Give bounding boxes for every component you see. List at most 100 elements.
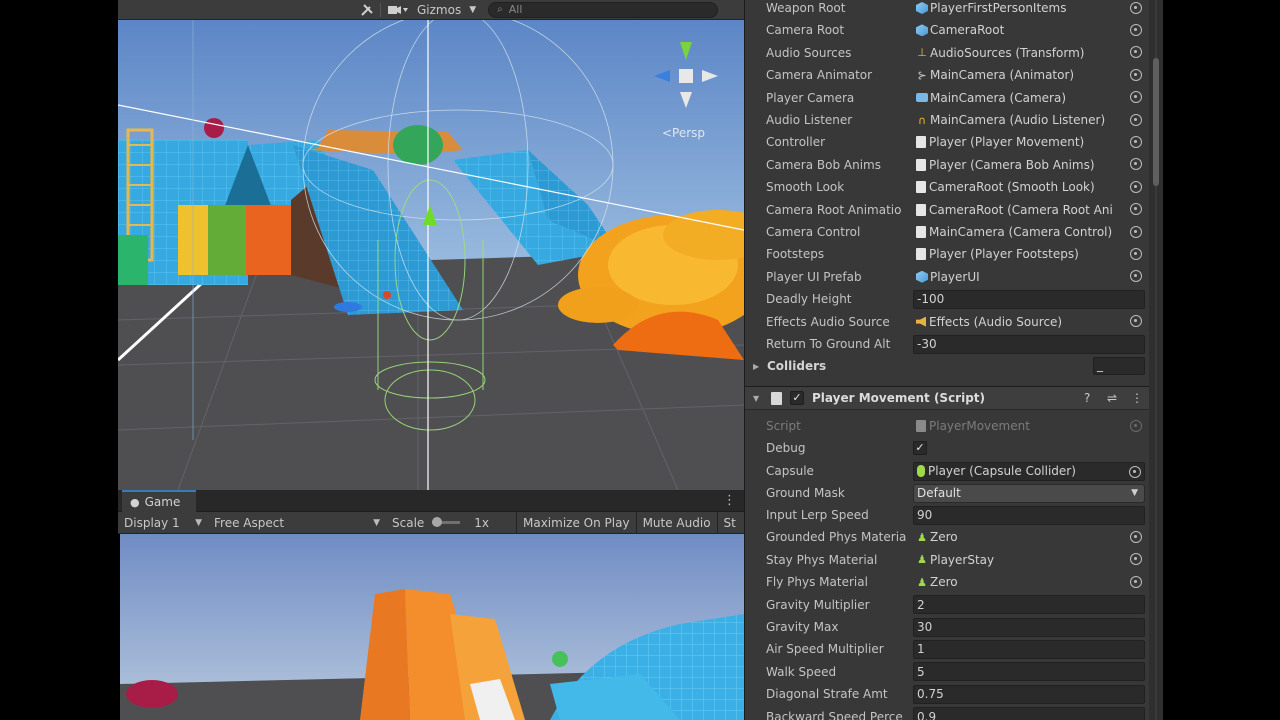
- persp-label[interactable]: <Persp: [662, 126, 705, 140]
- value-field[interactable]: 0.9: [913, 707, 1145, 720]
- object-field[interactable]: ♟ PlayerStay: [913, 550, 1145, 569]
- capsule-field[interactable]: Player (Capsule Collider): [913, 461, 1145, 481]
- colliders-count-field[interactable]: _: [1093, 357, 1145, 375]
- object-picker-icon[interactable]: [1130, 225, 1142, 238]
- component-enabled-checkbox[interactable]: ✓: [790, 391, 804, 405]
- field-row-camera-root-animatio: Camera Root Animatio CameraRoot (Camera R…: [745, 199, 1150, 221]
- script-label: Script: [766, 419, 801, 433]
- object-field[interactable]: Player (Player Footsteps): [913, 245, 1145, 264]
- object-picker-icon[interactable]: [1130, 113, 1142, 126]
- scene-view[interactable]: Gizmos ▼ ⌕ All <Persp: [118, 0, 744, 490]
- object-picker-icon[interactable]: [1130, 23, 1142, 36]
- scrollbar-thumb[interactable]: [1153, 58, 1159, 186]
- field-value: 1: [917, 642, 925, 657]
- field-label: Camera Root Animatio: [766, 202, 902, 217]
- field-label: Gravity Multiplier: [766, 597, 870, 612]
- display-dropdown[interactable]: Display 1 ▼: [118, 512, 208, 533]
- value-field[interactable]: 0.75: [913, 684, 1145, 704]
- colliders-label: Colliders: [767, 359, 827, 373]
- field-label: Effects Audio Source: [766, 314, 890, 329]
- colliders-foldout[interactable]: ▶ Colliders _: [745, 355, 1150, 377]
- object-picker-icon[interactable]: [1130, 530, 1142, 543]
- aspect-dropdown[interactable]: Free Aspect ▼: [208, 512, 386, 533]
- chevron-right-icon[interactable]: ▶: [753, 362, 759, 371]
- object-picker-icon[interactable]: [1130, 180, 1142, 193]
- object-field[interactable]: CameraRoot: [913, 21, 1145, 40]
- scale-slider[interactable]: [432, 517, 461, 527]
- object-field[interactable]: CameraRoot (Camera Root Ani: [913, 200, 1145, 219]
- value-field[interactable]: 30: [913, 617, 1145, 637]
- player-movement-component-header[interactable]: ▼ ✓ Player Movement (Script) ? ⇌ ⋮: [745, 386, 1150, 410]
- object-picker-icon[interactable]: [1130, 315, 1142, 328]
- inspector-scrollbar[interactable]: [1149, 0, 1163, 720]
- kebab-menu-icon[interactable]: ⋮: [723, 493, 736, 508]
- tools-icon[interactable]: [356, 1, 378, 19]
- object-field[interactable]: PlayerUI: [913, 267, 1145, 286]
- field-row-smooth-look: Smooth Look CameraRoot (Smooth Look): [745, 176, 1150, 198]
- object-field[interactable]: MainCamera (Camera): [913, 88, 1145, 107]
- object-field[interactable]: ⊥ AudioSources (Transform): [913, 43, 1145, 62]
- camera-icon[interactable]: [383, 1, 413, 19]
- object-field[interactable]: MainCamera (Camera Control): [913, 223, 1145, 242]
- scale-slider-knob[interactable]: [432, 517, 443, 527]
- preset-icon[interactable]: ⇌: [1107, 391, 1117, 405]
- value-field[interactable]: -30: [913, 334, 1145, 354]
- value-field[interactable]: -100: [913, 289, 1145, 309]
- object-field[interactable]: Player (Camera Bob Anims): [913, 155, 1145, 174]
- object-field[interactable]: PlayerFirstPersonItems: [913, 0, 1145, 18]
- field-row-walk-speed: Walk Speed 5: [745, 661, 1150, 683]
- game-viewport[interactable]: [120, 534, 744, 720]
- field-label: Controller: [766, 135, 826, 150]
- chevron-down-icon[interactable]: ▼: [753, 394, 759, 403]
- field-row-grounded-phys-materia: Grounded Phys Materia ♟ Zero: [745, 526, 1150, 548]
- value-field[interactable]: 5: [913, 662, 1145, 682]
- value-field[interactable]: 1: [913, 639, 1145, 659]
- gizmos-dropdown[interactable]: Gizmos ▼: [413, 1, 480, 19]
- help-icon[interactable]: ?: [1084, 391, 1090, 405]
- value-field[interactable]: 2: [913, 595, 1145, 615]
- chevron-down-icon: ▼: [469, 4, 477, 15]
- mute-audio-toggle[interactable]: Mute Audio: [637, 512, 717, 533]
- field-value: 5: [917, 664, 925, 679]
- tab-game[interactable]: ● Game: [122, 490, 196, 512]
- debug-checkbox[interactable]: ✓: [913, 441, 927, 455]
- field-label: Stay Phys Material: [766, 552, 878, 567]
- object-picker-icon[interactable]: [1130, 91, 1142, 104]
- object-picker-icon[interactable]: [1130, 68, 1142, 81]
- object-picker-icon[interactable]: [1130, 135, 1142, 148]
- search-input[interactable]: ⌕ All: [488, 1, 719, 18]
- object-field[interactable]: ⊱ MainCamera (Animator): [913, 66, 1145, 85]
- field-value: CameraRoot (Camera Root Ani: [929, 202, 1113, 217]
- scene-viewport[interactable]: <Persp: [118, 20, 744, 490]
- object-picker-icon[interactable]: [1130, 553, 1142, 566]
- object-picker-icon[interactable]: [1130, 247, 1142, 260]
- object-picker-icon[interactable]: [1130, 575, 1142, 588]
- object-field[interactable]: Effects (Audio Source): [913, 312, 1145, 331]
- gizmos-label: Gizmos: [417, 2, 462, 17]
- audio-source-icon: [916, 316, 926, 327]
- menu-icon[interactable]: ⋮: [1131, 391, 1143, 405]
- object-field[interactable]: ♟ Zero: [913, 573, 1145, 592]
- object-field[interactable]: CameraRoot (Smooth Look): [913, 178, 1145, 197]
- object-field[interactable]: ∩ MainCamera (Audio Listener): [913, 111, 1145, 130]
- chevron-down-icon: ▼: [373, 517, 380, 528]
- object-picker-icon[interactable]: [1129, 465, 1141, 478]
- ground-mask-label: Ground Mask: [766, 486, 845, 500]
- maximize-on-play-toggle[interactable]: Maximize On Play: [517, 512, 636, 533]
- stats-toggle[interactable]: St: [718, 512, 742, 533]
- object-picker-icon[interactable]: [1130, 158, 1142, 171]
- field-label: Diagonal Strafe Amt: [766, 687, 888, 702]
- object-picker-icon[interactable]: [1130, 270, 1142, 283]
- field-label: Gravity Max: [766, 620, 839, 634]
- field-row-player-camera: Player Camera MainCamera (Camera): [745, 87, 1150, 109]
- field-label: Camera Animator: [766, 68, 873, 83]
- object-picker-icon[interactable]: [1130, 1, 1142, 14]
- ground-mask-dropdown[interactable]: Default ▼: [913, 483, 1145, 503]
- object-picker-icon[interactable]: [1130, 203, 1142, 216]
- object-field[interactable]: ♟ Zero: [913, 528, 1145, 547]
- scale-control[interactable]: Scale 1x: [386, 512, 516, 533]
- object-field[interactable]: Player (Player Movement): [913, 133, 1145, 152]
- object-picker-icon[interactable]: [1130, 46, 1142, 59]
- value-field[interactable]: 90: [913, 505, 1145, 525]
- field-row-backward-speed-perce: Backward Speed Perce 0.9: [745, 706, 1150, 720]
